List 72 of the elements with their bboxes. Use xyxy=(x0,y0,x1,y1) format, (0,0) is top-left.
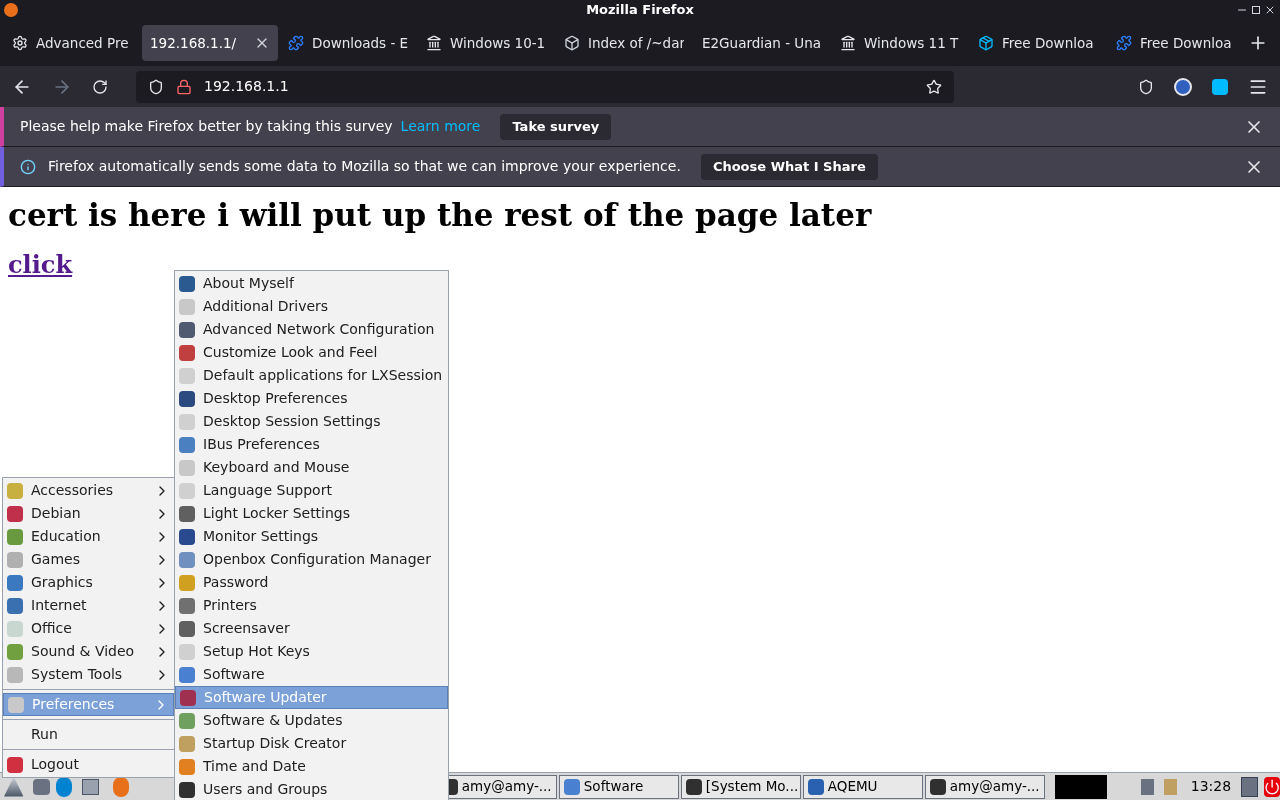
menu-item[interactable]: Accessories xyxy=(3,479,174,502)
menu-item[interactable]: Monitor Settings xyxy=(175,525,448,548)
menu-item[interactable]: Startup Disk Creator xyxy=(175,732,448,755)
browser-tab[interactable]: Free Downloa xyxy=(1108,25,1244,61)
page-heading: cert is here i will put up the rest of the page later xyxy=(8,196,873,235)
menu-item[interactable]: Password xyxy=(175,571,448,594)
power-icon[interactable] xyxy=(1263,776,1280,797)
menu-item[interactable]: Logout xyxy=(3,753,174,776)
gear-icon xyxy=(12,35,28,51)
task-button[interactable]: amy@amy-... xyxy=(924,774,1045,799)
menu-item[interactable]: Light Locker Settings xyxy=(175,502,448,525)
notification-button[interactable]: Take survey xyxy=(500,113,612,140)
browser-tab[interactable]: E2Guardian - Una xyxy=(694,25,830,61)
building-icon xyxy=(840,35,856,51)
maximize-icon[interactable] xyxy=(1252,6,1260,14)
reload-icon[interactable] xyxy=(92,78,108,95)
menu-item[interactable]: Keyboard and Mouse xyxy=(175,456,448,479)
extension-icon[interactable] xyxy=(1212,78,1228,95)
menu-item[interactable]: Sound & Video xyxy=(3,640,174,663)
notification-text: Please help make Firefox better by taking this survey xyxy=(20,117,393,136)
menu-item[interactable]: Advanced Network Configuration xyxy=(175,318,448,341)
menu-item[interactable]: Desktop Preferences xyxy=(175,387,448,410)
menu-item[interactable]: Run xyxy=(3,723,174,746)
menu-item[interactable]: Setup Hot Keys xyxy=(175,640,448,663)
close-icon[interactable] xyxy=(1264,4,1276,16)
menu-item[interactable]: Printers xyxy=(175,594,448,617)
browser-tab[interactable]: Windows 11 T xyxy=(832,25,968,61)
lock-icon[interactable] xyxy=(176,78,192,95)
learn-more-link[interactable]: Learn more xyxy=(400,116,481,137)
building-icon xyxy=(426,35,442,51)
menu-item[interactable]: IBus Preferences xyxy=(175,433,448,456)
menu-item[interactable]: Additional Drivers xyxy=(175,295,448,318)
menu-item[interactable]: Customize Look and Feel xyxy=(175,341,448,364)
menu-item[interactable]: Debian xyxy=(3,502,174,525)
system-monitor-graph xyxy=(1054,774,1107,799)
task-button[interactable]: AQEMU xyxy=(802,774,923,799)
menu-item[interactable]: System Tools xyxy=(3,663,174,686)
menu-item[interactable]: Games xyxy=(3,548,174,571)
shield-icon[interactable] xyxy=(148,78,164,95)
notification-button[interactable]: Choose What I Share xyxy=(700,153,878,180)
address-bar[interactable]: 192.168.1.1 xyxy=(136,70,954,103)
menu-item[interactable]: Education xyxy=(3,525,174,548)
menu-item[interactable]: Openbox Configuration Manager xyxy=(175,548,448,571)
puzzle-icon xyxy=(288,35,304,51)
menu-item[interactable]: Graphics xyxy=(3,571,174,594)
menu-item[interactable]: Screensaver xyxy=(175,617,448,640)
notification-text: Firefox automatically sends some data to Mozilla so that we can improve your experience. xyxy=(48,157,681,176)
menu-item[interactable]: About Myself xyxy=(175,272,448,295)
menu-item[interactable]: Office xyxy=(3,617,174,640)
browser-tab[interactable]: Advanced Pre xyxy=(4,25,140,61)
info-icon xyxy=(20,158,36,175)
box-icon xyxy=(978,35,994,51)
start-menu-icon[interactable] xyxy=(4,776,24,797)
task-button[interactable]: Software xyxy=(558,774,679,799)
browser-tab[interactable]: 192.168.1.1/ xyxy=(142,25,278,61)
bookmark-star-icon[interactable] xyxy=(926,78,942,95)
menu-item[interactable]: Software & Updates xyxy=(175,709,448,732)
window-title: Mozilla Firefox xyxy=(586,1,694,20)
account-icon[interactable] xyxy=(1174,77,1192,96)
puzzle-icon xyxy=(1116,35,1132,51)
menu-item[interactable]: Default applications for LXSession xyxy=(175,364,448,387)
browser-tab[interactable]: Free Downloa xyxy=(970,25,1106,61)
menu-item[interactable]: Internet xyxy=(3,594,174,617)
menu-item[interactable]: Software xyxy=(175,663,448,686)
clock[interactable]: 13:28 xyxy=(1190,776,1232,797)
menu-item[interactable]: Language Support xyxy=(175,479,448,502)
cube-icon xyxy=(564,35,580,51)
click-link[interactable]: click xyxy=(8,247,73,283)
menu-item[interactable]: Desktop Session Settings xyxy=(175,410,448,433)
browser-tab[interactable]: Downloads - E xyxy=(280,25,416,61)
browser-tab[interactable]: Windows 10-1 xyxy=(418,25,554,61)
task-button[interactable]: [System Mo... xyxy=(680,774,801,799)
